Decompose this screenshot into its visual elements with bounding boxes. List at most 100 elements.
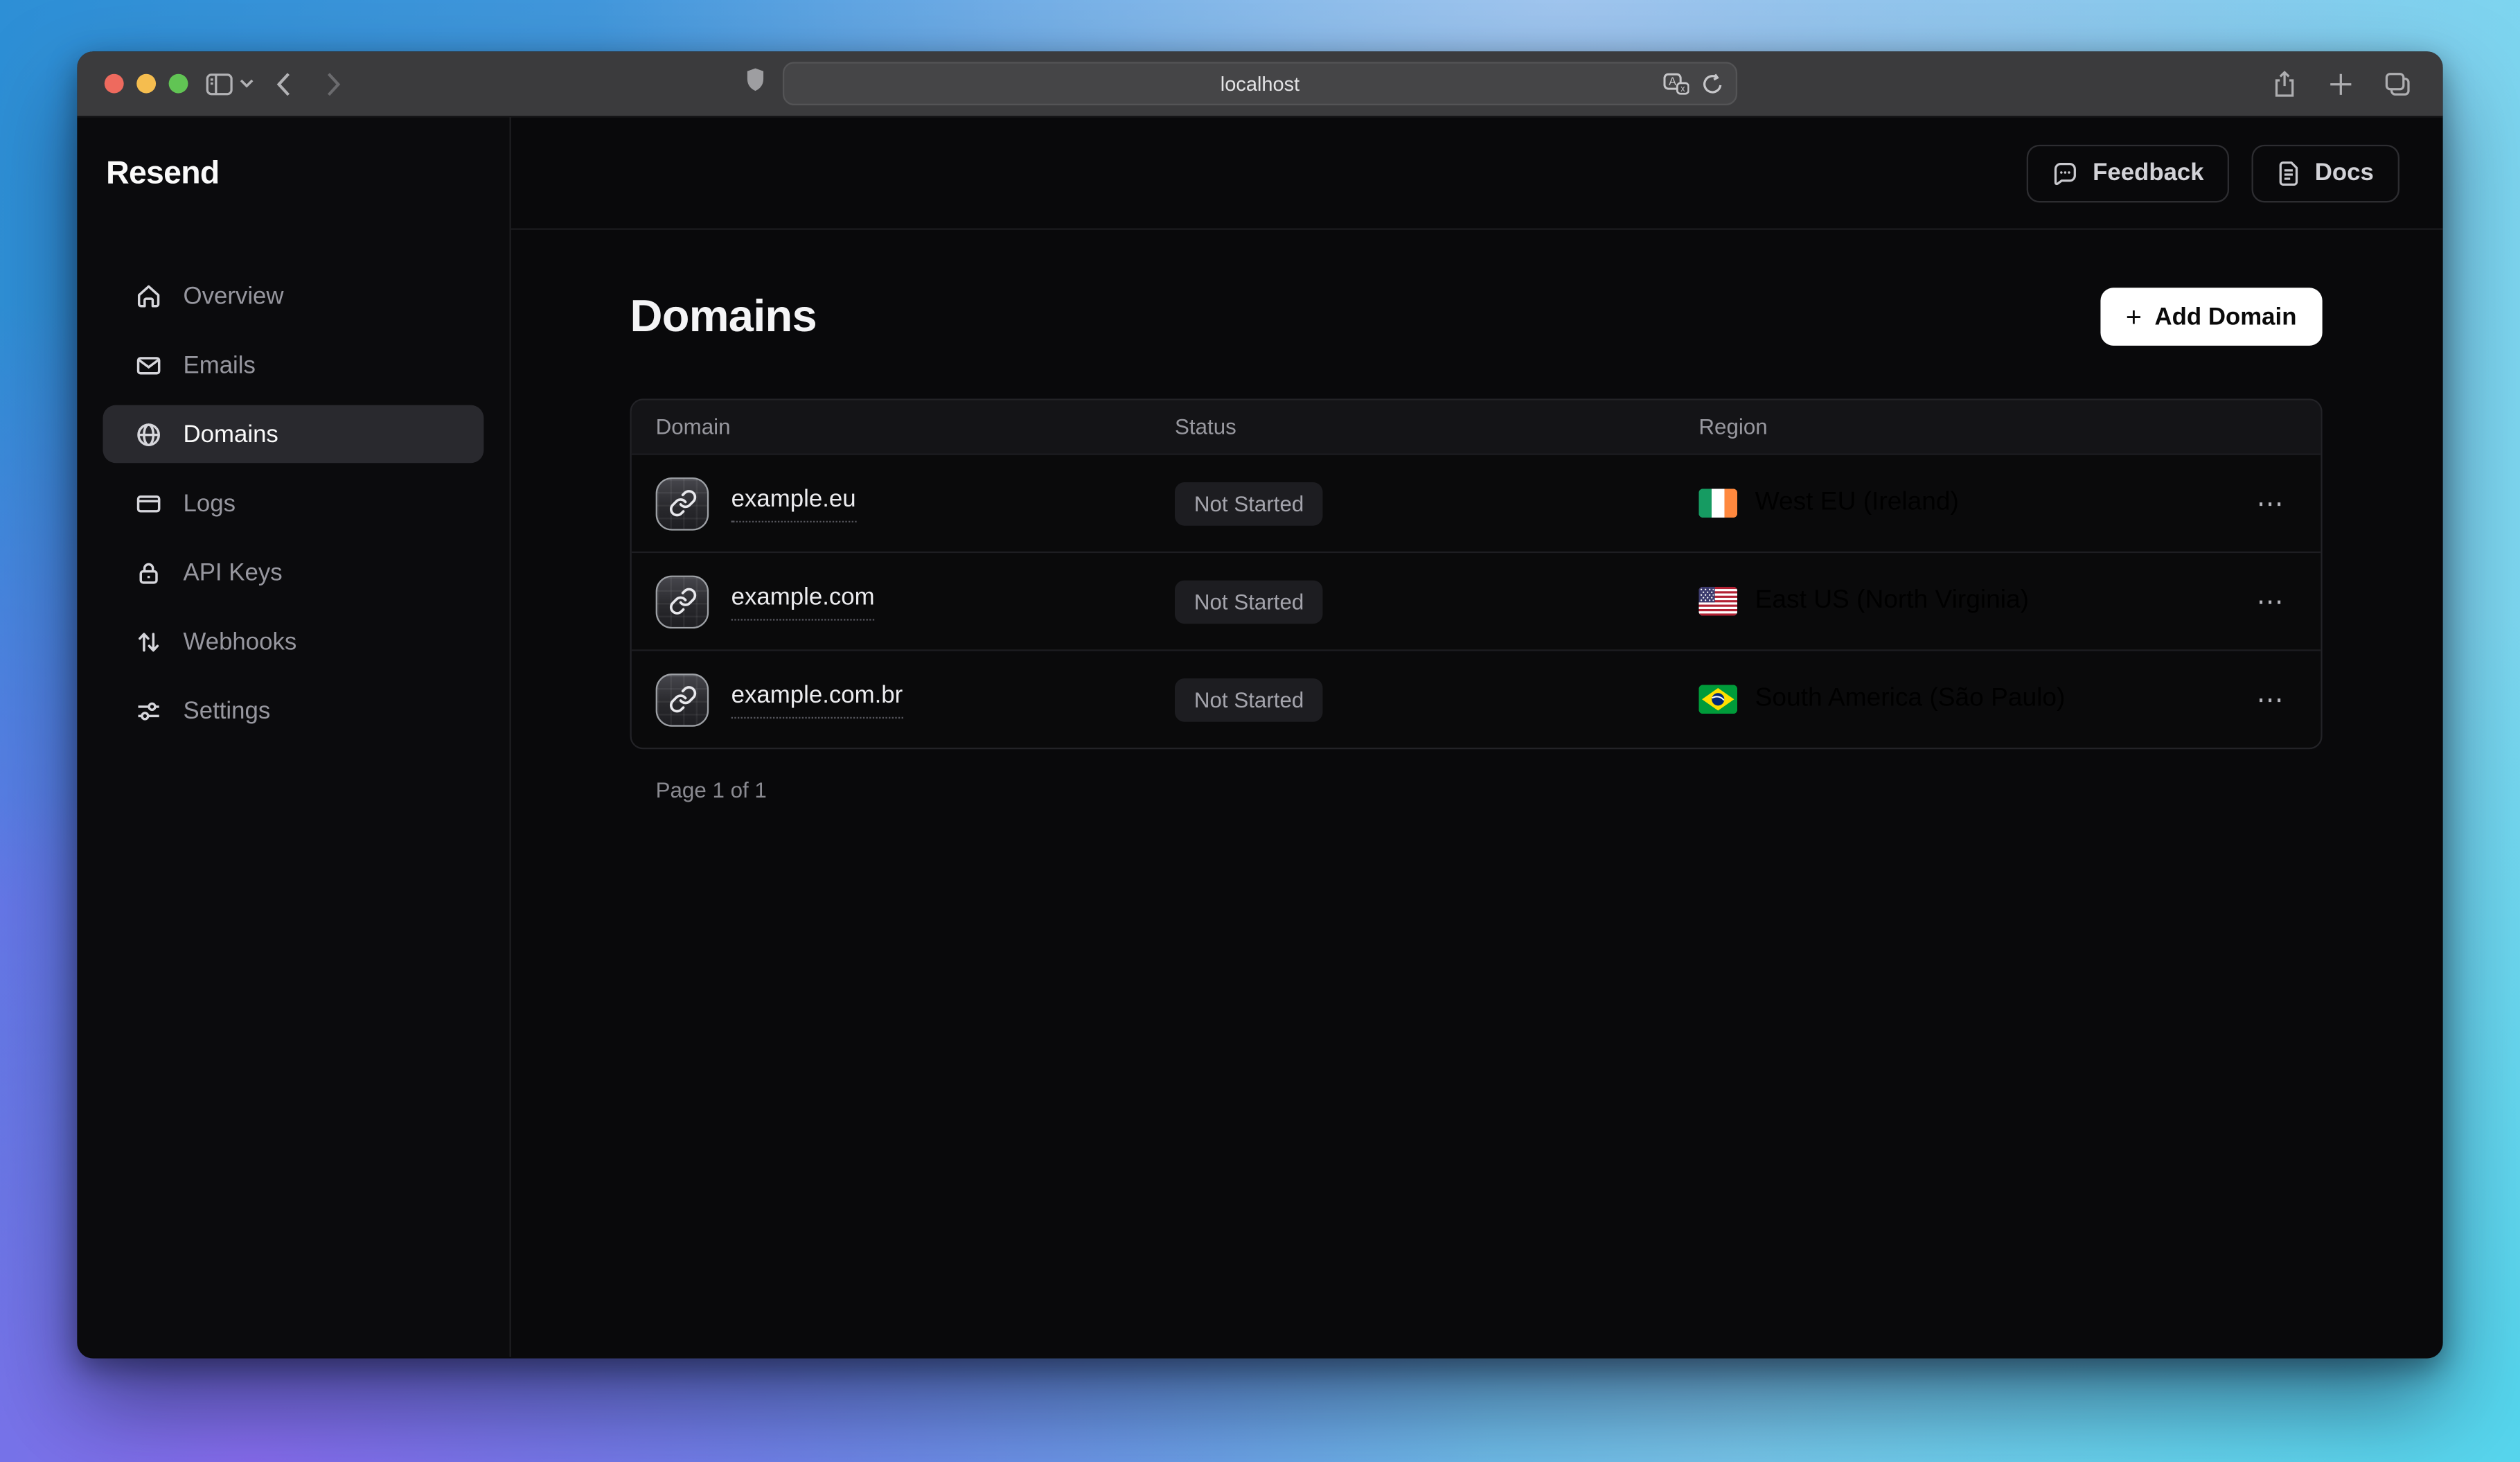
translate-icon[interactable]: A x [1663,72,1689,94]
status-cell: Not Started [1175,579,1698,623]
home-icon [135,282,162,309]
region-cell: West EU (Ireland) [1698,488,2230,518]
window-controls [105,51,188,116]
domains-table: Domain Status Region [630,398,2323,749]
ireland-flag-icon [1698,488,1737,518]
link-icon [656,673,709,726]
sidebar-item-emails[interactable]: Emails [103,336,483,394]
screen: localhost A x [0,0,2520,1462]
column-header-region: Region [1698,415,2230,439]
status-badge: Not Started [1175,482,1323,525]
domain-link[interactable]: example.com [731,583,875,619]
title-row: Domains + Add Domain [630,288,2323,346]
address-bar[interactable]: localhost A x [783,62,1737,105]
table-row[interactable]: example.com.br Not Started [632,649,2321,748]
docs-button-label: Docs [2315,159,2374,186]
tab-overview-icon[interactable] [2385,71,2411,96]
forward-button-icon[interactable] [326,71,341,96]
sidebar-item-api-keys[interactable]: API Keys [103,543,483,601]
docs-button[interactable]: Docs [2252,144,2399,202]
lock-icon [135,558,162,585]
toolbar-right [2273,51,2411,116]
add-domain-button[interactable]: + Add Domain [2100,288,2323,346]
region-label: East US (North Virginia) [1755,587,2029,616]
main-area: Feedback Docs [511,117,2443,1357]
share-icon[interactable] [2273,70,2297,97]
minimize-button[interactable] [136,74,156,94]
sidebar-item-webhooks[interactable]: Webhooks [103,613,483,671]
column-header-status: Status [1175,415,1698,439]
sidebar-item-settings[interactable]: Settings [103,682,483,740]
row-menu-button[interactable]: ⋯ [2256,588,2285,615]
feedback-button-label: Feedback [2093,159,2204,186]
domain-cell: example.com.br [632,673,1175,726]
table-row[interactable]: example.eu Not Started [632,453,2321,552]
table-row[interactable]: example.com Not Started [632,552,2321,650]
region-label: West EU (Ireland) [1755,488,1959,518]
page-content: Domains + Add Domain Domain Status Regio… [511,230,2443,802]
link-icon [656,574,709,628]
sidebar-item-label: Emails [183,351,255,378]
toolbar-left [206,51,341,116]
page-title: Domains [630,291,817,342]
feedback-icon [2052,160,2078,186]
row-menu-cell: ⋯ [2230,489,2321,516]
logs-icon [135,489,162,516]
column-header-domain: Domain [632,415,1175,439]
status-cell: Not Started [1175,482,1698,525]
address-bar-url[interactable]: localhost [1221,72,1299,94]
domain-link[interactable]: example.com.br [731,681,903,718]
region-label: South America (São Paulo) [1755,685,2066,714]
svg-text:x: x [1680,83,1685,93]
status-cell: Not Started [1175,678,1698,721]
row-menu-button[interactable]: ⋯ [2256,686,2285,713]
browser-titlebar: localhost A x [77,51,2442,117]
top-toolbar: Feedback Docs [511,117,2443,229]
reload-icon[interactable] [1702,72,1723,94]
row-menu-button[interactable]: ⋯ [2256,489,2285,516]
sidebar-item-label: Logs [183,489,235,516]
row-menu-cell: ⋯ [2230,686,2321,713]
add-domain-button-label: Add Domain [2155,303,2297,330]
region-cell: East US (North Virginia) [1698,587,2230,616]
zoom-button[interactable] [169,74,188,94]
document-icon [2278,160,2300,186]
sidebar-toggle-icon[interactable] [206,71,233,96]
status-badge: Not Started [1175,678,1323,721]
app-root: Resend Overview [77,117,2442,1357]
table-header: Domain Status Region [632,400,2321,454]
browser-window: localhost A x [77,51,2442,1358]
sidebar-item-label: Settings [183,697,270,724]
sidebar-item-label: Webhooks [183,628,296,655]
pagination-label: Page 1 of 1 [656,778,2323,802]
privacy-shield-icon[interactable] [746,67,765,99]
sidebar-item-label: Overview [183,282,283,309]
mail-icon [135,351,162,378]
plus-icon: + [2126,303,2142,330]
region-cell: South America (São Paulo) [1698,685,2230,714]
back-button-icon[interactable] [276,71,291,96]
usa-flag-icon [1698,587,1737,616]
svg-text:A: A [1669,75,1676,87]
sidebar-item-overview[interactable]: Overview [103,267,483,325]
resend-logo: Resend [106,156,509,193]
sidebar-item-logs[interactable]: Logs [103,474,483,532]
link-icon [656,477,709,530]
sidebar-nav: Overview Emails [77,267,509,739]
domain-cell: example.eu [632,477,1175,530]
arrows-up-down-icon [135,628,162,655]
row-menu-cell: ⋯ [2230,588,2321,615]
new-tab-icon[interactable] [2329,71,2353,96]
sidebar: Resend Overview [77,117,511,1357]
globe-icon [135,421,162,448]
feedback-button[interactable]: Feedback [2027,144,2230,202]
brazil-flag-icon [1698,685,1737,714]
domain-cell: example.com [632,574,1175,628]
domain-link[interactable]: example.eu [731,485,856,522]
close-button[interactable] [105,74,124,94]
chevron-down-icon[interactable] [240,79,254,89]
status-badge: Not Started [1175,579,1323,623]
sidebar-item-domains[interactable]: Domains [103,405,483,464]
sidebar-item-label: API Keys [183,558,282,585]
sidebar-item-label: Domains [183,421,278,448]
